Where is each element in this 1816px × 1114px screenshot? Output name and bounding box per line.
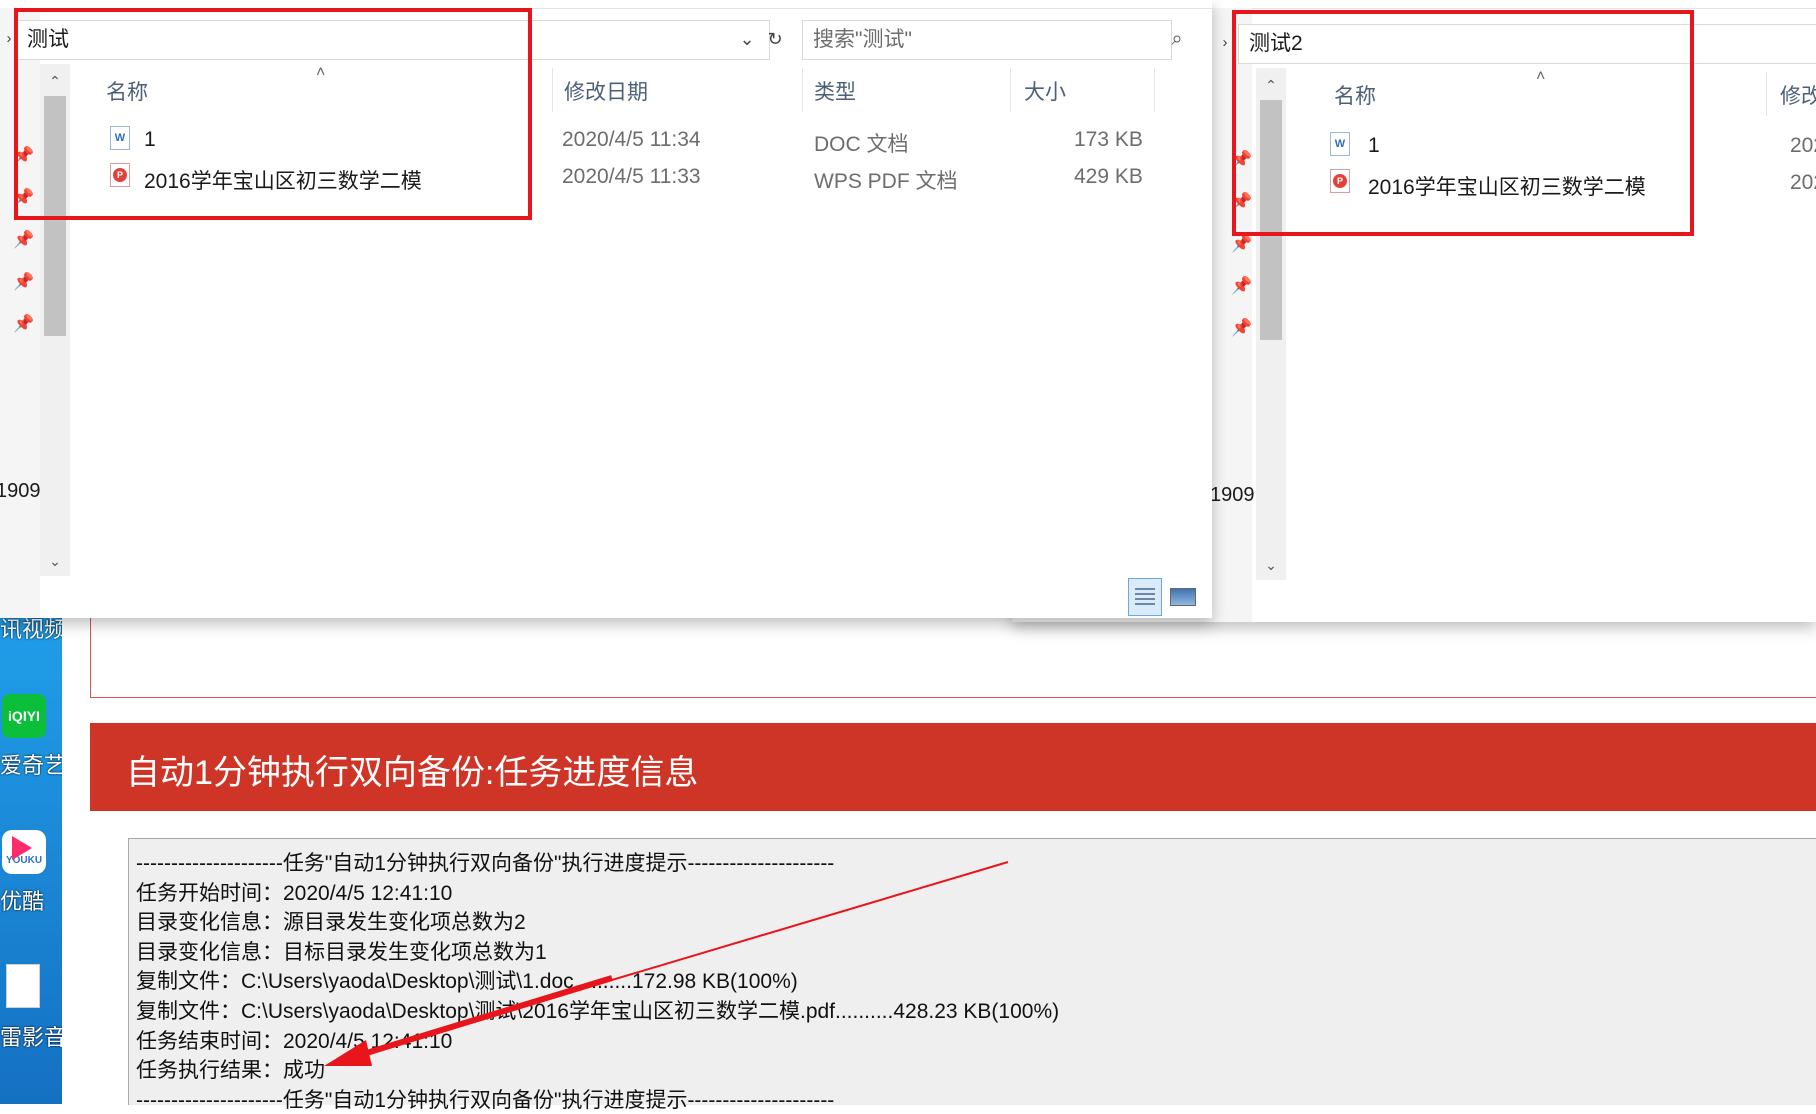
arrow-head [324, 1040, 372, 1066]
annotation-arrow [324, 861, 1009, 1066]
arrow-shaft-thick [349, 975, 613, 1061]
